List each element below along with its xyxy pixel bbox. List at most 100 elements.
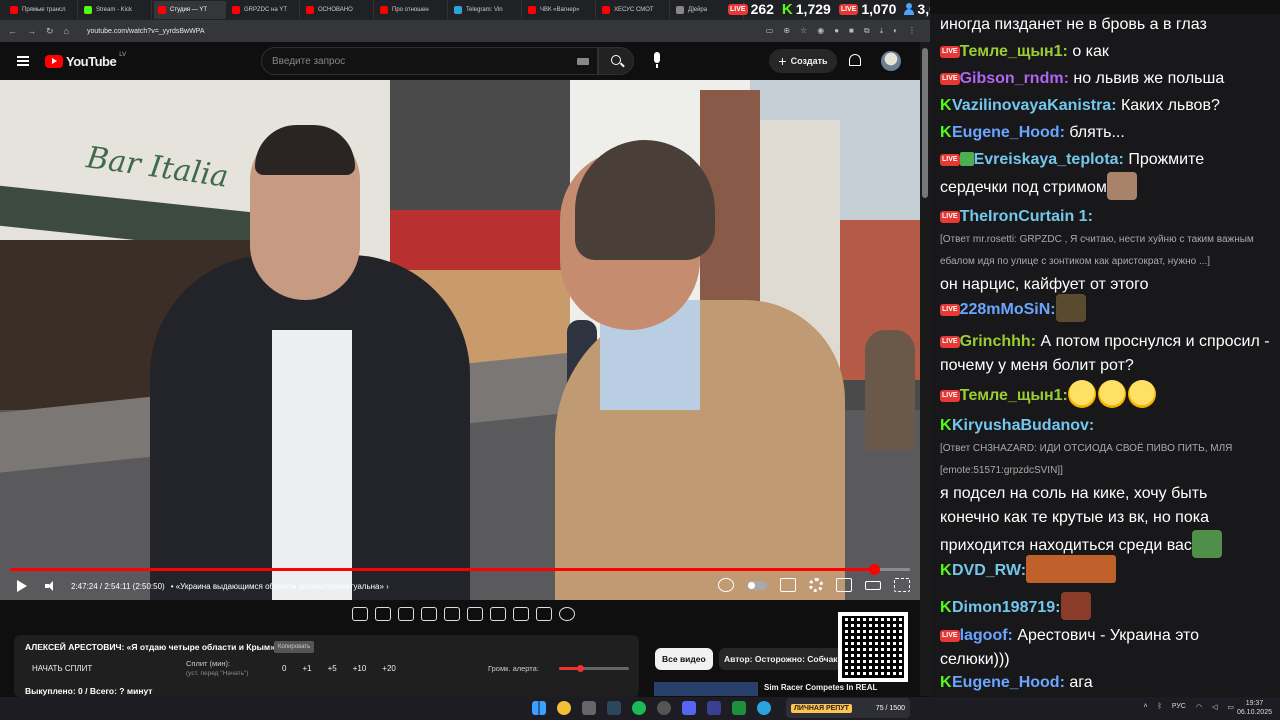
sponsor-shield-icon[interactable] <box>718 578 734 592</box>
chat-username[interactable]: DVD_RW: <box>952 562 1026 579</box>
speedometer-icon[interactable] <box>490 607 506 621</box>
fullscreen-icon[interactable] <box>894 578 910 592</box>
browser-tab[interactable]: Студия — YT <box>154 1 226 19</box>
search-input[interactable]: Введите запрос <box>261 47 598 75</box>
puzzle-icon[interactable]: ⧉ <box>864 26 870 36</box>
slider-handle[interactable] <box>577 665 584 672</box>
audio-wave-icon[interactable] <box>375 607 391 621</box>
page-scrollbar[interactable] <box>920 42 930 696</box>
chat-username[interactable]: Темле_щын1: <box>960 387 1068 404</box>
browser-tab[interactable]: Stream - Kick <box>80 1 152 19</box>
browser-tab[interactable]: ЧВК «Вагнер» <box>524 1 596 19</box>
extension-icon[interactable]: ■ <box>849 26 854 36</box>
discord-icon[interactable] <box>682 701 696 715</box>
forward-arrow-icon[interactable]: → <box>27 26 36 36</box>
loop-icon[interactable] <box>352 607 368 621</box>
chat-username[interactable]: Eugene_Hood: <box>952 674 1065 691</box>
bluetooth-icon[interactable]: ᛒ <box>1158 703 1162 711</box>
related-video-thumbnail[interactable] <box>654 682 758 696</box>
theater-mode-icon[interactable] <box>865 580 881 590</box>
zoom-icon[interactable]: ⊕ <box>783 26 790 36</box>
split-increment-button[interactable]: +5 <box>328 664 337 673</box>
avatar[interactable] <box>881 51 901 71</box>
explorer-icon[interactable] <box>582 701 596 715</box>
reload-icon[interactable]: ↻ <box>46 26 54 37</box>
chrome-icon[interactable] <box>557 701 571 715</box>
add-box-icon[interactable] <box>513 607 529 621</box>
steam-icon[interactable] <box>607 701 621 715</box>
url-field[interactable]: youtube.com/watch?v=_yyrdsBwWPA <box>87 28 205 35</box>
split-increment-button[interactable]: +10 <box>353 664 367 673</box>
spotify-icon[interactable] <box>632 701 646 715</box>
app-icon[interactable] <box>732 701 746 715</box>
play-icon[interactable] <box>17 580 27 592</box>
microphone-icon[interactable] <box>648 52 666 70</box>
menu-dots-icon[interactable]: ⋮ <box>908 26 916 36</box>
chat-username[interactable]: lagoof: <box>960 627 1013 644</box>
profile-icon[interactable]: ◐ <box>893 26 898 36</box>
split-increment-button[interactable]: +1 <box>302 664 311 673</box>
chat-username[interactable]: Dimon198719: <box>952 599 1061 616</box>
scrollbar-thumb[interactable] <box>922 48 928 198</box>
browser-tab[interactable]: ОСНОВАНО <box>302 1 374 19</box>
chat-username[interactable]: VazilinovayaKanistra: <box>952 97 1117 114</box>
volume-icon[interactable] <box>45 581 57 591</box>
video-player[interactable]: Bar Italia <box>0 80 920 600</box>
related-video-title[interactable]: Sim Racer Competes In REAL <box>764 683 877 692</box>
chat-username[interactable]: 228mMoSiN: <box>960 301 1056 318</box>
chip-author[interactable]: Автор: Осторожно: Собчак <box>719 648 843 670</box>
app-icon[interactable] <box>707 701 721 715</box>
chat-username[interactable]: Gibson_rndm: <box>960 70 1069 87</box>
wifi-icon[interactable]: ◠ <box>1196 703 1202 711</box>
create-button[interactable]: + Создать <box>769 49 837 73</box>
browser-tab[interactable]: Прямые трансл <box>6 1 78 19</box>
browser-tab[interactable]: ХЕСУС СМОТ <box>598 1 670 19</box>
copy-button[interactable]: Копировать <box>274 641 315 653</box>
home-icon[interactable]: ⌂ <box>64 26 69 36</box>
settings-gear-icon[interactable] <box>809 578 823 592</box>
chat-username[interactable]: Evreiskaya_teplota: <box>974 151 1124 168</box>
download-icon[interactable]: ⤓ <box>880 26 884 36</box>
cast-icon[interactable]: ▭ <box>766 26 774 36</box>
chat-username[interactable]: Grinchhh: <box>960 333 1036 350</box>
browser-tab[interactable]: GRPZDC на YT <box>228 1 300 19</box>
video-progress-bar[interactable] <box>10 564 910 575</box>
gear-icon[interactable] <box>559 607 575 621</box>
alert-volume-slider[interactable] <box>559 665 629 672</box>
start-split-button[interactable]: НАЧАТЬ СПЛИТ <box>32 664 92 673</box>
windows-start-icon[interactable] <box>532 701 546 715</box>
telegram-icon[interactable] <box>757 701 771 715</box>
screen-record-icon[interactable] <box>398 607 414 621</box>
split-increment-button[interactable]: +20 <box>382 664 396 673</box>
taskbar-game-widget[interactable]: ЛИЧНАЯ РЕПУТ 75 / 1500 <box>786 698 910 718</box>
hamburger-menu-icon[interactable] <box>17 56 29 66</box>
chapter-title[interactable]: • «Украина выдающимся образом антиинтелл… <box>171 582 389 591</box>
chat-username[interactable]: KiryushaBudanov: <box>952 417 1094 434</box>
obs-icon[interactable] <box>657 701 671 715</box>
filmstrip-icon[interactable] <box>467 607 483 621</box>
youtube-logo[interactable]: YouTube LV <box>45 52 126 69</box>
search-button[interactable] <box>598 47 634 75</box>
chevron-up-icon[interactable]: ˄ <box>1144 703 1148 711</box>
autoplay-toggle[interactable] <box>747 580 767 590</box>
chat-username[interactable]: TheIronCurtain 1: <box>960 208 1093 225</box>
language-indicator[interactable]: РУС <box>1172 703 1186 711</box>
browser-tab[interactable]: Про отношен <box>376 1 448 19</box>
chat-username[interactable]: Eugene_Hood: <box>952 124 1065 141</box>
system-clock[interactable]: 19:37 06.10.2025 <box>1237 699 1272 717</box>
extension-icon[interactable]: ◉ <box>817 26 824 36</box>
chip-all-videos[interactable]: Все видео <box>655 648 713 670</box>
bookmark-star-icon[interactable]: ☆ <box>800 26 807 36</box>
back-arrow-icon[interactable]: ← <box>8 26 17 36</box>
chat-username[interactable]: Темле_щын1: <box>960 43 1068 60</box>
speaker-icon[interactable]: ◁ <box>1212 703 1217 711</box>
miniplayer-icon[interactable] <box>836 578 852 592</box>
extension-icon[interactable]: ● <box>834 26 839 36</box>
notifications-bell-icon[interactable] <box>849 54 861 66</box>
camera-icon[interactable] <box>536 607 552 621</box>
subtitles-icon[interactable] <box>780 578 796 592</box>
browser-tab[interactable]: Telegram: Vin <box>450 1 522 19</box>
aspect-ratio-icon[interactable] <box>444 607 460 621</box>
keyboard-icon[interactable] <box>577 58 589 65</box>
clapper-icon[interactable] <box>421 607 437 621</box>
